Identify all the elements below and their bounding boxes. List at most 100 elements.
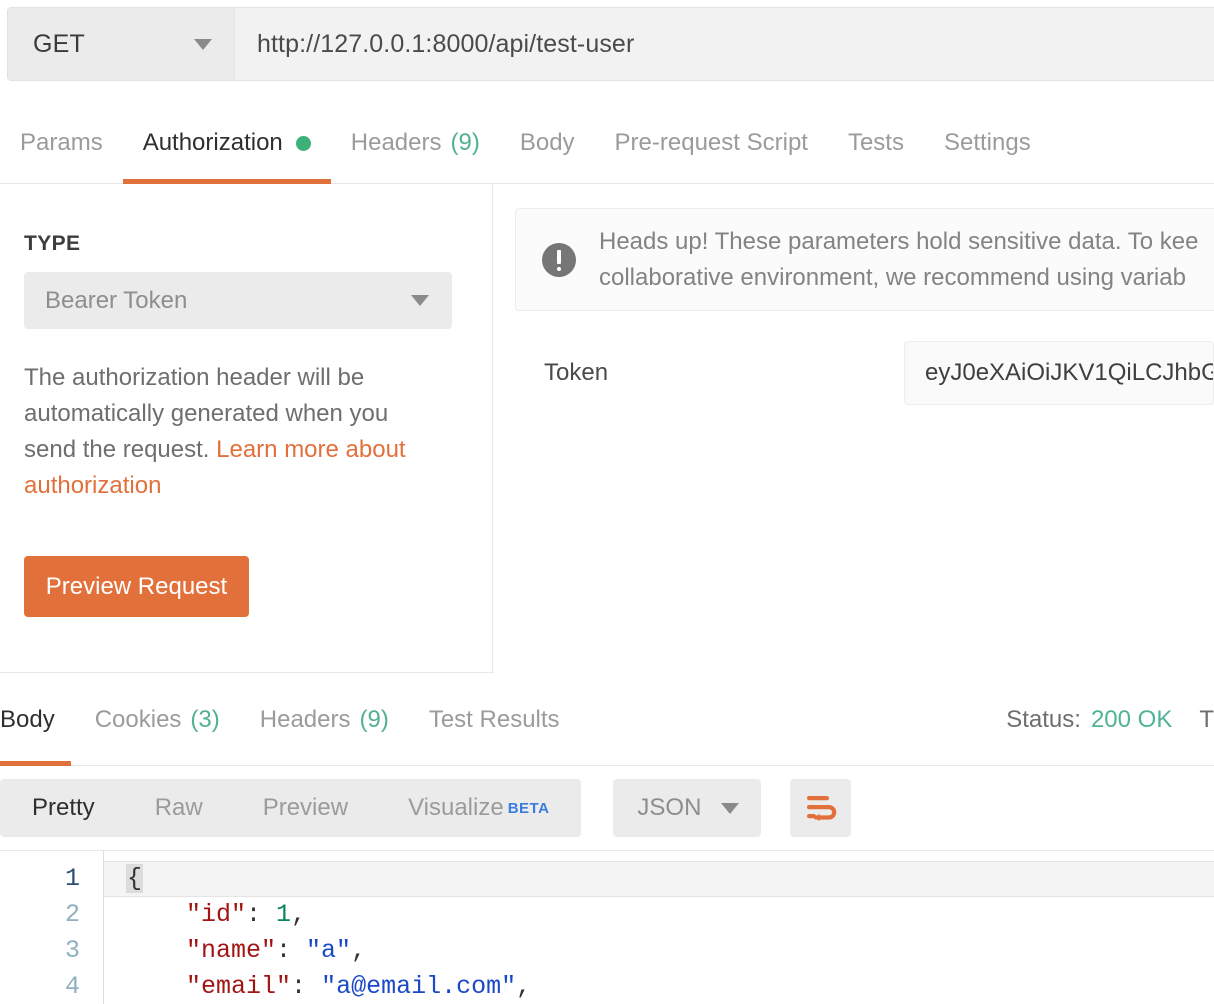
tab-tests[interactable]: Tests xyxy=(828,102,924,184)
auth-type-heading: TYPE xyxy=(24,232,81,255)
warning-line-1: Heads up! These parameters hold sensitiv… xyxy=(599,227,1199,255)
code-token-brace: { xyxy=(126,864,144,893)
code-token-key: "email" xyxy=(186,972,292,1001)
chevron-down-icon xyxy=(721,802,740,814)
response-tab-headers[interactable]: Headers (9) xyxy=(240,674,409,766)
status-badge: 200 OK xyxy=(1090,706,1173,733)
view-mode-preview[interactable]: Preview xyxy=(233,779,378,837)
response-status-group: Status: 200 OK T xyxy=(1006,674,1214,766)
token-label: Token xyxy=(544,359,609,386)
token-input[interactable]: eyJ0eXAiOiJKV1QiLCJhbG xyxy=(904,341,1214,405)
view-mode-preview-label: Preview xyxy=(262,794,349,821)
code-line: "id": 1, xyxy=(104,897,1214,933)
response-tab-test-results-label: Test Results xyxy=(428,706,560,733)
wrap-text-icon xyxy=(806,796,837,822)
view-mode-raw[interactable]: Raw xyxy=(125,779,233,837)
authorization-right-panel: Heads up! These parameters hold sensitiv… xyxy=(494,184,1214,673)
view-mode-pretty-label: Pretty xyxy=(32,794,95,821)
url-bar: GET http://127.0.0.1:8000/api/test-user xyxy=(7,7,1214,81)
code-line: "email": "a@email.com", xyxy=(104,969,1214,1004)
response-viewer-toolbar: Pretty Raw Preview Visualize BETA JSON xyxy=(0,766,1214,850)
line-number: 4 xyxy=(64,972,80,1001)
code-token-comma: , xyxy=(516,972,532,1001)
tab-pre-request-script[interactable]: Pre-request Script xyxy=(595,102,828,184)
line-number-gutter: 1 2 3 4 xyxy=(0,851,104,1004)
authorization-pane: TYPE Bearer Token The authorization head… xyxy=(0,184,1214,673)
response-tab-cookies[interactable]: Cookies (3) xyxy=(75,674,240,766)
auth-description: The authorization header will be automat… xyxy=(24,360,444,504)
tab-body-label: Body xyxy=(519,129,575,156)
view-mode-group: Pretty Raw Preview Visualize BETA xyxy=(0,779,582,837)
http-method-select[interactable]: GET xyxy=(7,7,235,81)
tab-headers-label: Headers xyxy=(350,129,442,156)
code-lines: { "id": 1, "name": "a", "email": "a@emai… xyxy=(104,851,1214,1004)
url-input[interactable]: http://127.0.0.1:8000/api/test-user xyxy=(235,7,1214,81)
sensitive-data-warning-banner: Heads up! These parameters hold sensitiv… xyxy=(515,208,1214,311)
tab-authorization[interactable]: Authorization xyxy=(122,102,331,184)
tab-params[interactable]: Params xyxy=(0,102,123,184)
code-token-string: "a@email.com" xyxy=(321,972,517,1001)
code-line: "name": "a", xyxy=(104,933,1214,969)
status-label: Status: xyxy=(1006,706,1081,733)
tab-pre-request-script-label: Pre-request Script xyxy=(614,129,808,156)
response-body-code-viewer[interactable]: 1 2 3 4 { "id": 1, "name": "a", "email":… xyxy=(0,850,1214,1004)
code-token-key: "id" xyxy=(186,900,247,929)
wrap-text-button[interactable] xyxy=(790,779,852,837)
code-token-key: "name" xyxy=(186,936,277,965)
tab-params-label: Params xyxy=(20,129,103,156)
tab-tests-label: Tests xyxy=(847,129,904,156)
response-tab-headers-count: (9) xyxy=(359,706,389,733)
response-tab-body[interactable]: Body xyxy=(0,674,75,766)
time-label: T xyxy=(1199,706,1214,733)
view-mode-pretty[interactable]: Pretty xyxy=(2,779,125,837)
line-number: 2 xyxy=(64,900,80,929)
code-token-string: "a" xyxy=(306,936,352,965)
postman-request-window: GET http://127.0.0.1:8000/api/test-user … xyxy=(0,0,1214,1004)
chevron-down-icon xyxy=(411,295,429,306)
auth-active-dot-icon xyxy=(295,135,311,151)
code-token-comma: , xyxy=(291,900,307,929)
beta-badge: BETA xyxy=(507,799,550,817)
tab-settings[interactable]: Settings xyxy=(924,102,1051,184)
authorization-left-panel: TYPE Bearer Token The authorization head… xyxy=(0,184,493,673)
response-tab-bar: Body Cookies (3) Headers (9) Test Result… xyxy=(0,674,1214,766)
view-mode-visualize[interactable]: Visualize BETA xyxy=(378,779,579,837)
http-method-label: GET xyxy=(33,29,85,58)
tab-authorization-label: Authorization xyxy=(142,129,283,156)
code-token-punc: : xyxy=(246,900,277,929)
response-tab-headers-label: Headers xyxy=(259,706,351,733)
code-token-punc: : xyxy=(291,972,322,1001)
response-format-select[interactable]: JSON xyxy=(613,779,762,837)
preview-request-button[interactable]: Preview Request xyxy=(24,556,249,617)
url-input-value: http://127.0.0.1:8000/api/test-user xyxy=(257,29,635,58)
code-token-number: 1 xyxy=(276,900,292,929)
tab-headers-count: (9) xyxy=(450,129,480,156)
response-tab-cookies-label: Cookies xyxy=(94,706,182,733)
warning-exclamation-icon xyxy=(542,242,576,277)
request-tab-bar: Params Authorization Headers (9) Body Pr… xyxy=(0,102,1214,184)
tab-settings-label: Settings xyxy=(943,129,1031,156)
view-mode-raw-label: Raw xyxy=(154,794,203,821)
code-line: { xyxy=(104,861,1214,897)
sensitive-data-warning-text: Heads up! These parameters hold sensitiv… xyxy=(599,224,1198,296)
code-token-comma: , xyxy=(351,936,367,965)
code-token-punc: : xyxy=(276,936,307,965)
token-input-value: eyJ0eXAiOiJKV1QiLCJhbG xyxy=(925,359,1214,386)
response-tab-body-label: Body xyxy=(0,706,55,733)
warning-line-2: collaborative environment, we recommend … xyxy=(599,263,1186,291)
token-row: Token eyJ0eXAiOiJKV1QiLCJhbG xyxy=(494,341,1214,405)
view-mode-visualize-label: Visualize xyxy=(408,794,504,821)
response-format-value: JSON xyxy=(637,794,702,821)
chevron-down-icon xyxy=(194,38,212,50)
line-number: 3 xyxy=(64,936,80,965)
response-tab-cookies-count: (3) xyxy=(190,706,220,733)
tab-headers[interactable]: Headers (9) xyxy=(331,102,500,184)
auth-type-select[interactable]: Bearer Token xyxy=(24,272,452,329)
auth-type-value: Bearer Token xyxy=(45,286,188,314)
response-tab-test-results[interactable]: Test Results xyxy=(409,674,580,766)
line-number: 1 xyxy=(64,864,80,893)
tab-body[interactable]: Body xyxy=(500,102,595,184)
